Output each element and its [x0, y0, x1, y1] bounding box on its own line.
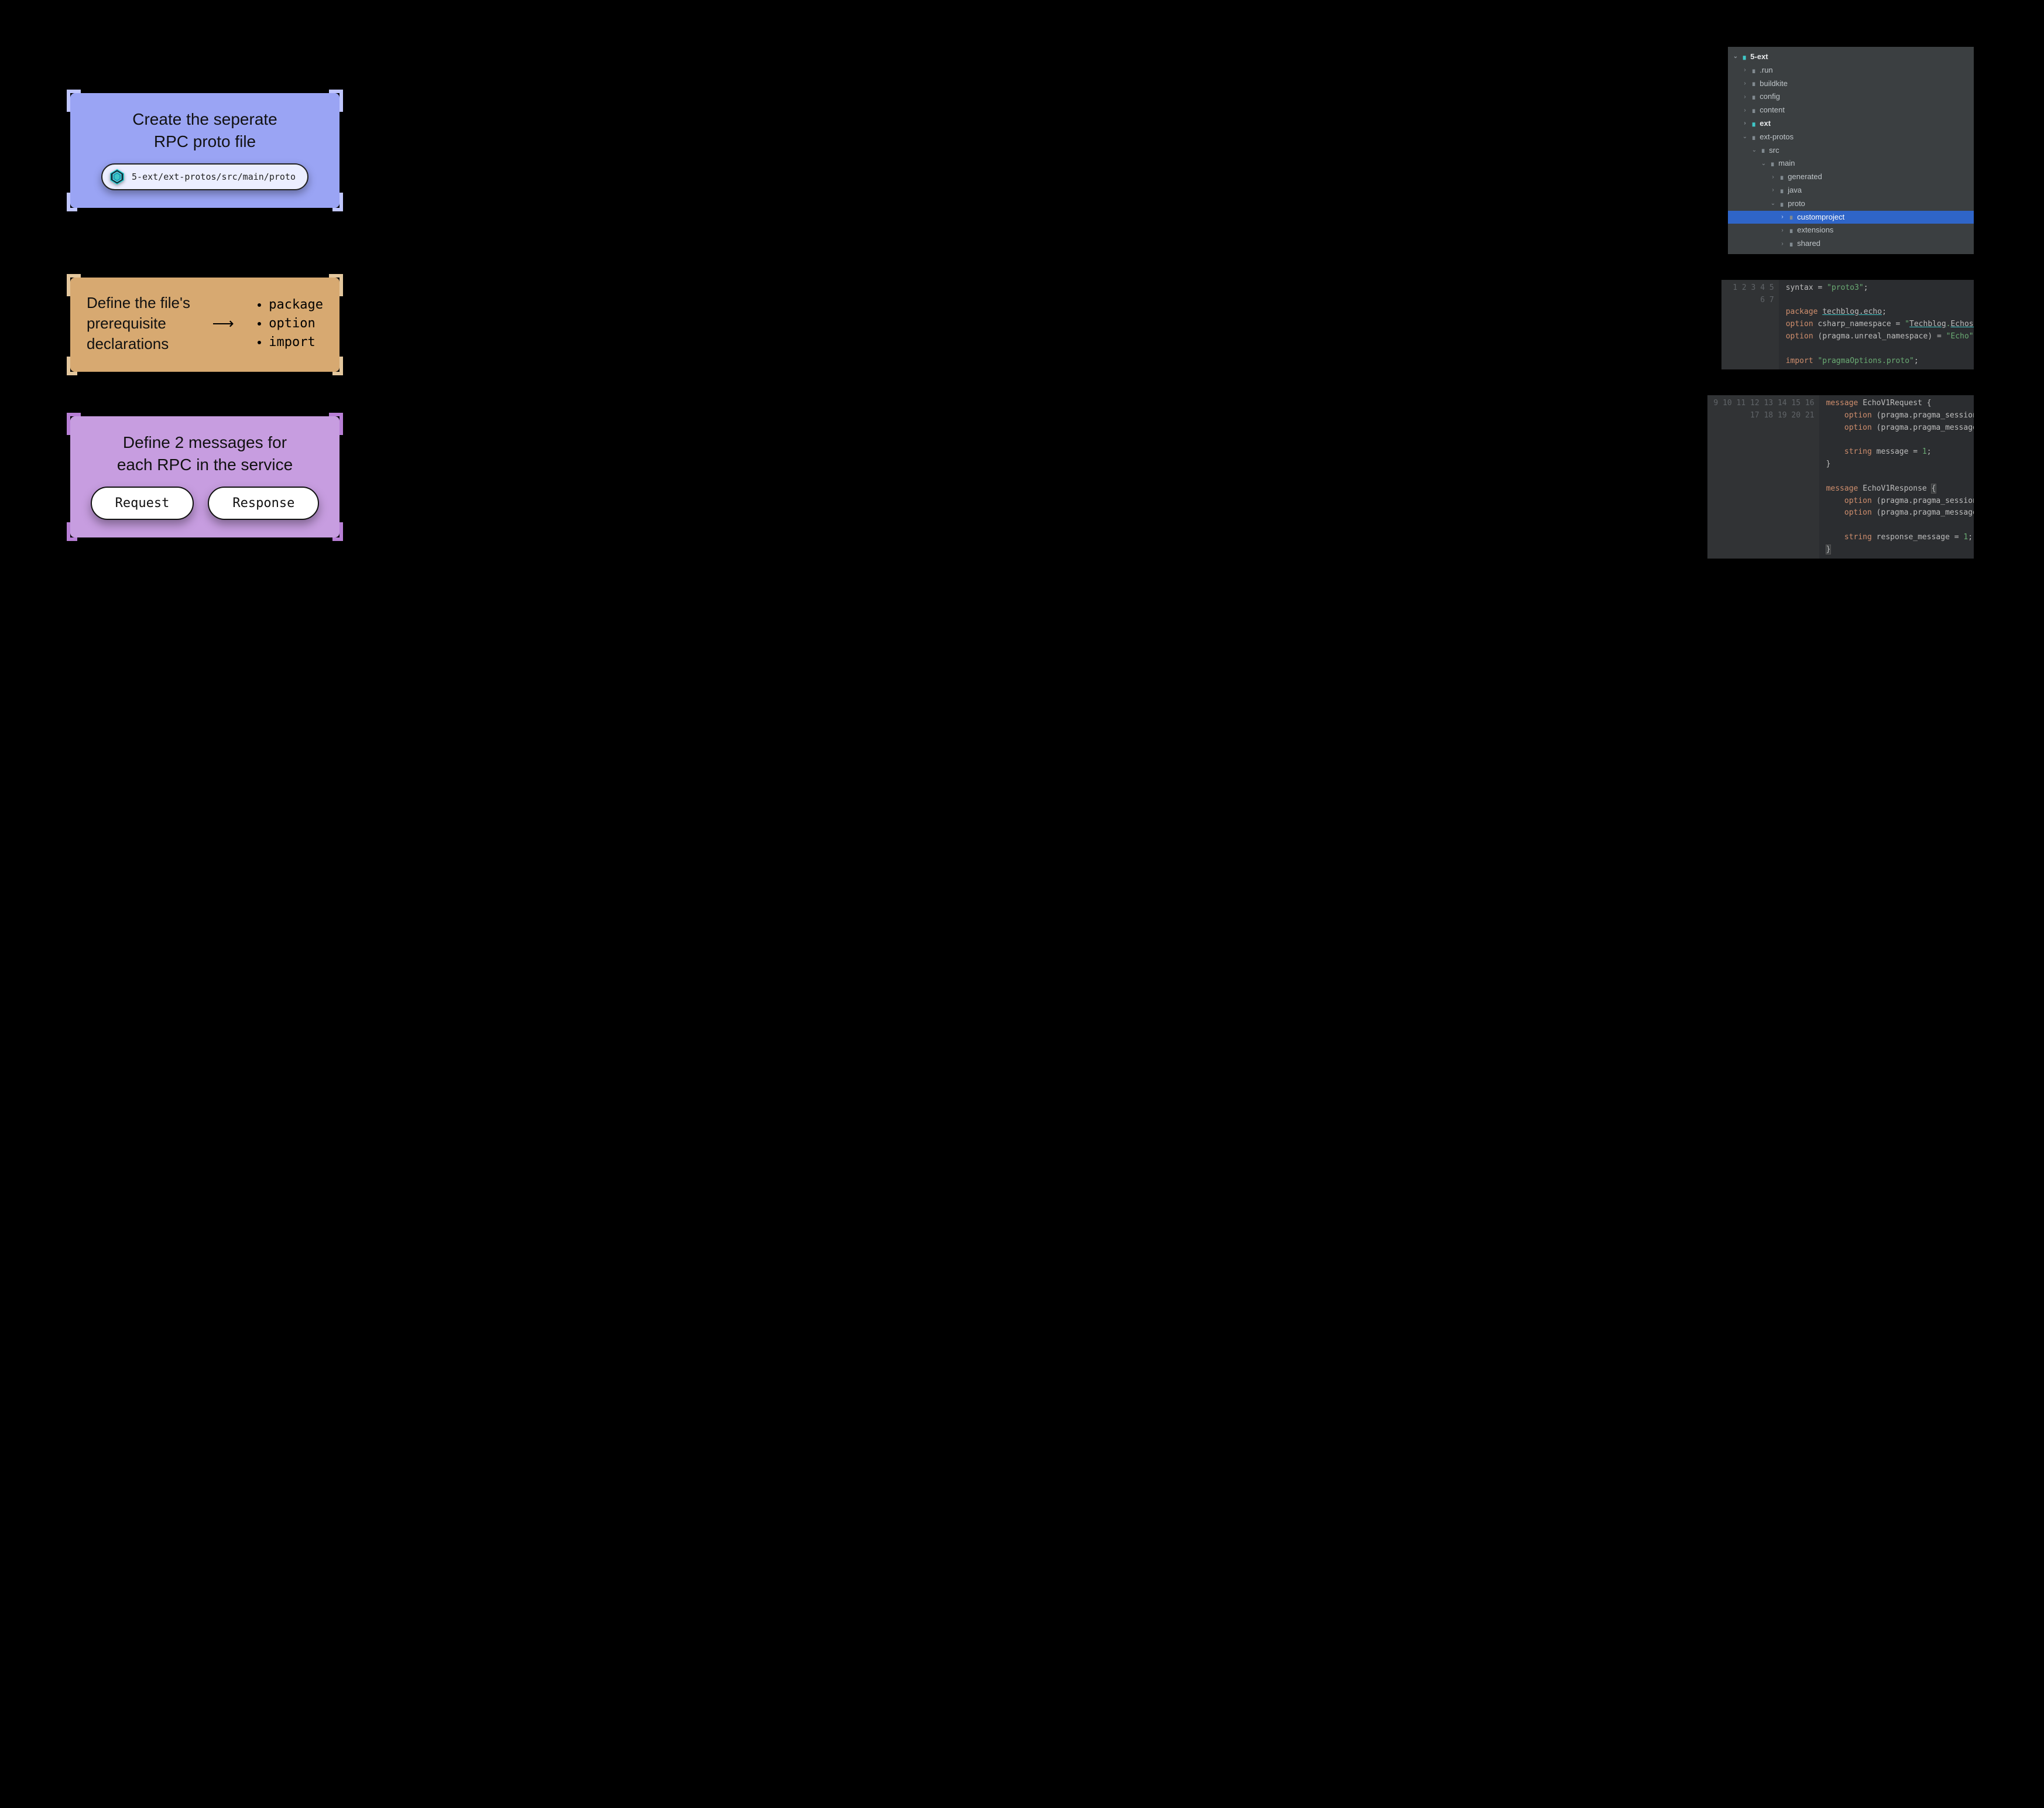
card1-title-l1: Create the seperate [132, 110, 277, 128]
tree-label: content [1760, 104, 1785, 117]
tree-label: main [1778, 157, 1795, 170]
tree-label: extensions [1797, 224, 1833, 237]
folder-icon: ∎ [1751, 120, 1756, 128]
chevron-right-icon: › [1742, 93, 1748, 102]
chevron-right-icon: › [1779, 213, 1785, 222]
chevron-right-icon: › [1742, 119, 1748, 128]
card-prereq: Define the file's prerequisite declarati… [70, 278, 339, 372]
tree-item-ext[interactable]: ›∎ ext [1728, 117, 1974, 131]
row-create-proto: Create the seperate RPC proto file 5-ext… [70, 47, 1974, 254]
tree-item-java[interactable]: ›∎ java [1728, 184, 1974, 197]
chevron-right-icon: › [1770, 186, 1776, 195]
request-pill: Request [91, 487, 194, 520]
tree-item-extensions[interactable]: › ∎ extensions [1728, 224, 1974, 237]
folder-icon: ∎ [1751, 67, 1756, 74]
arrow-icon: ⟶ [212, 314, 234, 333]
folder-icon: ∎ [1751, 93, 1756, 101]
chevron-down-icon: ⌄ [1733, 52, 1738, 61]
chevron-down-icon: ⌄ [1770, 199, 1776, 208]
tree-label: generated [1788, 171, 1822, 183]
bullet-import: import [269, 333, 323, 352]
folder-icon: ∎ [1751, 80, 1756, 87]
code-editor-header: 1 2 3 4 5 6 7 syntax = "proto3"; package… [1721, 280, 1974, 370]
chevron-right-icon: › [1742, 66, 1748, 75]
tree-item-ext-protos[interactable]: ⌄∎ ext-protos [1728, 131, 1974, 144]
code-body: message EchoV1Request { option (pragma.p… [1819, 395, 1974, 558]
chevron-right-icon: › [1779, 239, 1785, 249]
folder-icon: ∎ [1789, 213, 1793, 221]
chevron-down-icon: ⌄ [1761, 159, 1767, 169]
tree-item-5-ext[interactable]: ⌄ ∎5-ext [1728, 50, 1974, 64]
tree-item-.run[interactable]: ›∎ .run [1728, 64, 1974, 77]
tree-item-main[interactable]: ⌄∎main [1728, 157, 1974, 170]
tree-label: ext-protos [1760, 131, 1793, 143]
folder-icon: ∎ [1779, 187, 1784, 194]
card3-title: Define 2 messages for each RPC in the se… [87, 432, 323, 476]
tree-item-customproject[interactable]: › ∎ customproject [1728, 211, 1974, 224]
tree-item-buildkite[interactable]: ›∎ buildkite [1728, 77, 1974, 91]
folder-icon: ∎ [1751, 133, 1756, 141]
tree-label: customproject [1797, 211, 1844, 224]
card-create-proto: Create the seperate RPC proto file 5-ext… [70, 93, 339, 208]
row-prerequisites: Define the file's prerequisite declarati… [70, 278, 1974, 372]
path-text: 5-ext/ext-protos/src/main/proto [132, 172, 296, 182]
folder-icon: ∎ [1779, 200, 1784, 208]
chevron-right-icon: › [1742, 106, 1748, 115]
folder-icon: ∎ [1742, 53, 1747, 61]
tree-label: buildkite [1760, 78, 1788, 90]
chevron-down-icon: ⌄ [1751, 146, 1757, 155]
folder-icon: ∎ [1789, 240, 1793, 248]
tree-label: ext [1760, 118, 1771, 130]
tree-item-proto[interactable]: ⌄∎ proto [1728, 197, 1974, 211]
bullet-list: packageoptionimport [256, 296, 323, 352]
tree-label: proto [1788, 198, 1805, 210]
tree-label: config [1760, 91, 1780, 103]
gem-icon [108, 168, 126, 186]
chevron-right-icon: › [1770, 173, 1776, 182]
bullet-package: package [269, 296, 323, 314]
folder-icon: ∎ [1770, 160, 1775, 167]
tree-label: shared [1797, 238, 1820, 250]
tree-label: .run [1760, 64, 1772, 77]
chevron-right-icon: › [1742, 79, 1748, 88]
tree-item-generated[interactable]: ›∎ generated [1728, 170, 1974, 184]
chevron-right-icon: › [1779, 226, 1785, 235]
bullet-option: option [269, 314, 323, 333]
card1-title: Create the seperate RPC proto file [87, 108, 323, 153]
folder-icon: ∎ [1789, 227, 1793, 234]
tree-item-src[interactable]: ⌄ ∎ src [1728, 144, 1974, 157]
chevron-down-icon: ⌄ [1742, 132, 1748, 142]
folder-icon: ∎ [1779, 173, 1784, 181]
gutter: 9 10 11 12 13 14 15 16 17 18 19 20 21 [1707, 395, 1819, 558]
ide-file-tree: ⌄∎5-ext›∎.run›∎buildkite›∎config›∎conten… [1728, 47, 1974, 254]
tree-item-shared[interactable]: › ∎ shared [1728, 237, 1974, 251]
response-pill: Response [208, 487, 319, 520]
row-messages: Define 2 messages for each RPC in the se… [70, 395, 1974, 558]
tree-label: 5-ext [1750, 51, 1768, 63]
card-messages: Define 2 messages for each RPC in the se… [70, 416, 339, 537]
tree-label: java [1788, 184, 1802, 197]
gutter: 1 2 3 4 5 6 7 [1721, 280, 1779, 370]
card2-text: Define the file's prerequisite declarati… [87, 293, 190, 354]
tree-item-content[interactable]: ›∎ content [1728, 104, 1974, 117]
tree-item-config[interactable]: ›∎ config [1728, 90, 1974, 104]
folder-icon: ∎ [1761, 146, 1765, 154]
path-pill: 5-ext/ext-protos/src/main/proto [101, 163, 308, 190]
card1-title-l2: RPC proto file [154, 132, 256, 150]
folder-icon: ∎ [1751, 107, 1756, 114]
tree-label: src [1769, 145, 1779, 157]
code-editor-messages: 9 10 11 12 13 14 15 16 17 18 19 20 21 me… [1707, 395, 1974, 558]
code-body: syntax = "proto3"; package techblog.echo… [1779, 280, 1974, 370]
